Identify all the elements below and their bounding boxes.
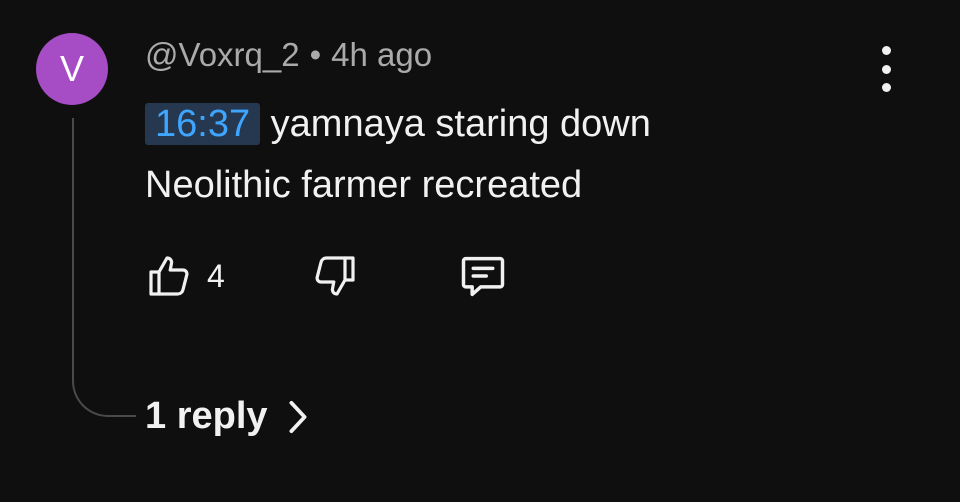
dislike-button[interactable] [311, 252, 359, 300]
comment-time: 4h ago [331, 36, 433, 73]
comment-header: @Voxrq_2 • 4h ago [145, 36, 432, 74]
avatar-initial: V [59, 48, 84, 89]
comment-text: yamnaya staring down [270, 103, 651, 145]
more-vertical-icon-dot [881, 83, 891, 92]
more-options-button[interactable] [868, 46, 904, 92]
like-count: 4 [207, 257, 225, 294]
reply-thread-line [72, 118, 136, 417]
view-replies-button[interactable]: 1 reply [145, 395, 308, 438]
comment-icon [461, 256, 505, 297]
comment-body: 16:37 yamnaya staring down Neolithic far… [145, 94, 651, 216]
comment-line-2: Neolithic farmer recreated [145, 164, 583, 206]
like-button[interactable]: 4 [145, 252, 225, 300]
comment-line-1: 16:37 yamnaya staring down [145, 94, 651, 155]
comment-actions: 4 [145, 250, 509, 302]
reply-button[interactable] [457, 250, 509, 302]
timestamp-link[interactable]: 16:37 [145, 103, 261, 145]
replies-label: 1 reply [145, 395, 268, 437]
more-vertical-icon-dot [881, 64, 891, 74]
thumbs-up-icon [149, 256, 189, 296]
thumbs-down-icon [315, 256, 355, 296]
header-separator: • [309, 36, 322, 73]
avatar[interactable]: V [36, 33, 108, 105]
more-vertical-icon [881, 46, 891, 55]
chevron-right-icon [289, 400, 307, 433]
author-name[interactable]: @Voxrq_2 [145, 36, 300, 73]
